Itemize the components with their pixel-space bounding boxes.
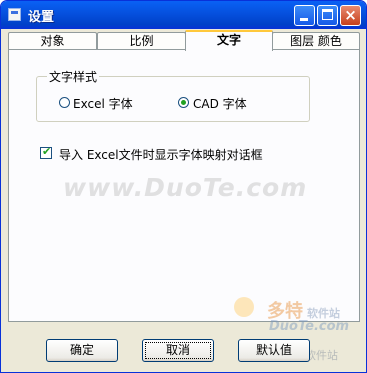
ok-button[interactable]: 确定 — [46, 339, 118, 362]
tab-scale[interactable]: 比例 — [97, 32, 186, 50]
window-title: 设置 — [28, 10, 55, 25]
text-style-group-label: 文字样式 — [47, 68, 100, 85]
maximize-icon — [322, 9, 333, 20]
close-button[interactable]: × — [340, 5, 361, 26]
maximize-button[interactable] — [317, 5, 338, 26]
cad-font-radio[interactable] — [178, 97, 189, 108]
minimize-icon — [300, 18, 308, 21]
cancel-button[interactable]: 取消 — [142, 339, 214, 362]
minimize-button[interactable] — [294, 5, 315, 26]
font-mapping-label[interactable]: 导入 Excel文件时显示字体映射对话框 — [59, 146, 263, 163]
watermark-text: www.DuoTe.com — [63, 173, 308, 202]
watermark-logo-en: DuoTe.com — [269, 319, 350, 334]
tab-text[interactable]: 文字 — [185, 30, 273, 51]
tab-strip: 对象 比例 文字 图层 颜色 — [8, 30, 360, 51]
cad-font-label[interactable]: CAD 字体 — [193, 95, 247, 112]
watermark-logo-icon — [234, 297, 254, 317]
excel-font-radio[interactable] — [59, 97, 70, 108]
defaults-button[interactable]: 默认值 — [238, 339, 310, 362]
settings-dialog: 设置 × 对象 比例 文字 图层 颜色 文字样式 Excel 字体 CAD 字体… — [0, 0, 367, 373]
close-icon: × — [344, 6, 357, 24]
font-mapping-checkbox[interactable]: ✔ — [40, 145, 52, 159]
title-bar[interactable]: 设置 × — [1, 1, 366, 29]
checkmark-icon: ✔ — [42, 145, 52, 158]
tab-layer-color[interactable]: 图层 颜色 — [272, 32, 360, 50]
window-icon — [8, 8, 21, 21]
excel-font-label[interactable]: Excel 字体 — [73, 95, 133, 112]
tab-object[interactable]: 对象 — [8, 32, 97, 50]
